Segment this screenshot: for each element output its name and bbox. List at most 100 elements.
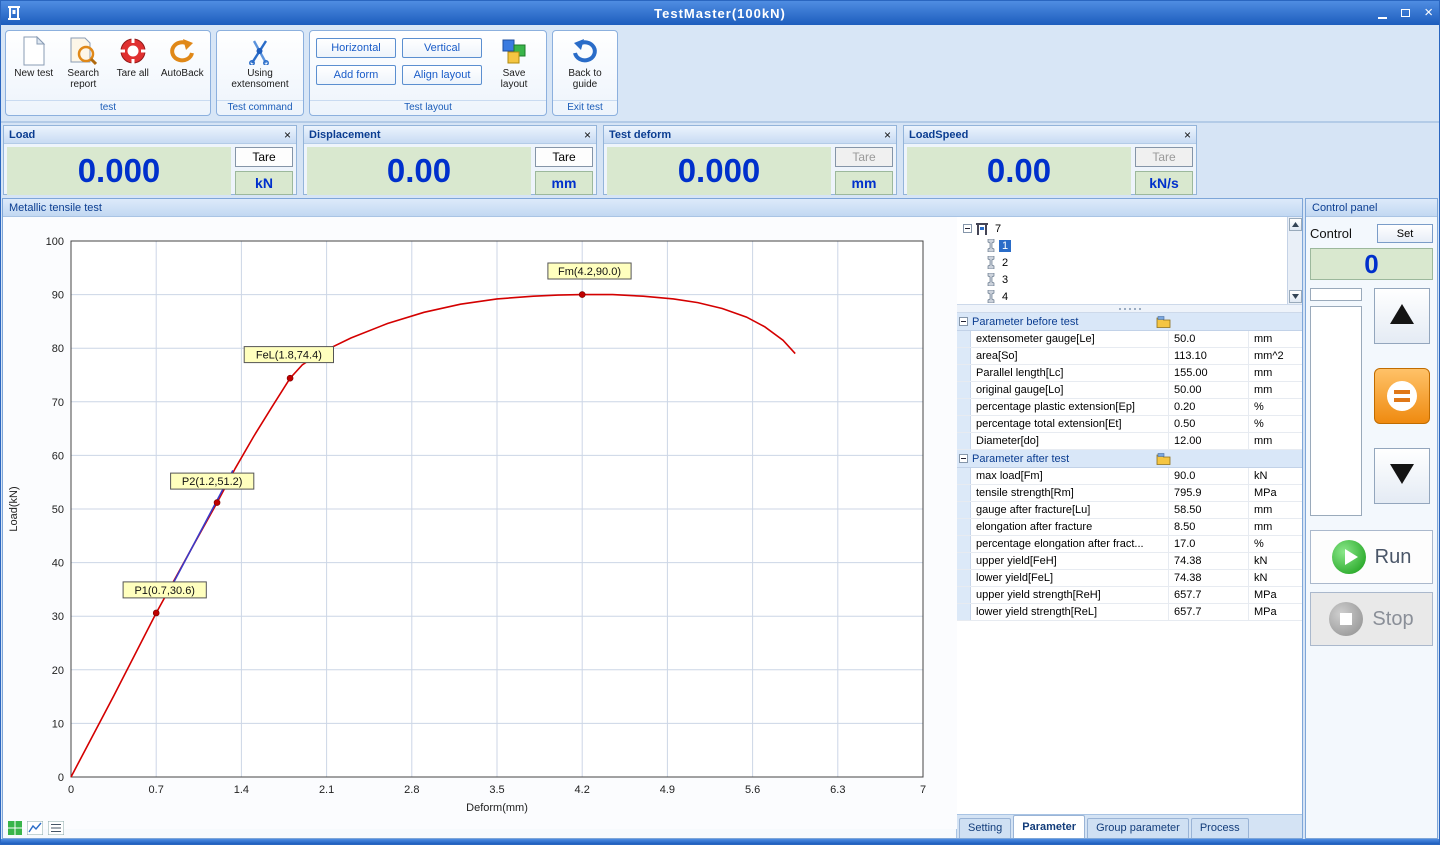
parameter-row[interactable]: upper yield[FeH]74.38kN bbox=[957, 553, 1302, 570]
load-unit-label: kN bbox=[235, 171, 293, 195]
parameter-row[interactable]: area[So]113.10mm^2 bbox=[957, 348, 1302, 365]
parameter-group-header[interactable]: Parameter after test bbox=[957, 450, 1302, 468]
folder-icon[interactable] bbox=[1150, 316, 1171, 328]
pause-button[interactable] bbox=[1374, 368, 1430, 424]
close-icon[interactable]: × bbox=[584, 128, 591, 142]
curve-view-icon[interactable] bbox=[27, 821, 43, 835]
control-slider-track[interactable] bbox=[1310, 306, 1362, 516]
parameter-row[interactable]: original gauge[Lo]50.00mm bbox=[957, 382, 1302, 399]
search-report-button[interactable]: Search report bbox=[62, 34, 106, 90]
close-icon[interactable]: × bbox=[284, 128, 291, 142]
using-extensometer-button[interactable]: Using extensoment bbox=[223, 34, 297, 90]
group-caption-test-layout: Test layout bbox=[310, 100, 546, 115]
parameter-value: 17.0 bbox=[1169, 536, 1249, 552]
autoback-button[interactable]: AutoBack bbox=[161, 34, 205, 79]
back-to-guide-label: Back to guide bbox=[559, 68, 611, 90]
parameter-row[interactable]: percentage plastic extension[Ep]0.20% bbox=[957, 399, 1302, 416]
vertical-button[interactable]: Vertical bbox=[402, 38, 482, 58]
collapse-icon[interactable] bbox=[959, 454, 968, 463]
tare-all-icon bbox=[119, 34, 147, 68]
pane-splitter[interactable] bbox=[957, 305, 1302, 313]
tree-item[interactable]: 4 bbox=[963, 288, 1302, 305]
parameter-name: Diameter[do] bbox=[971, 433, 1169, 449]
tree-scrollbar[interactable] bbox=[1287, 217, 1302, 304]
parameter-value: 657.7 bbox=[1169, 587, 1249, 603]
parameter-name: Parallel length[Lc] bbox=[971, 365, 1169, 381]
parameter-row[interactable]: percentage total extension[Et]0.50% bbox=[957, 416, 1302, 433]
test-deform-tare-button[interactable]: Tare bbox=[835, 147, 893, 167]
parameter-row[interactable]: tensile strength[Rm]795.9MPa bbox=[957, 485, 1302, 502]
parameter-unit: mm bbox=[1249, 519, 1302, 535]
row-gutter bbox=[957, 570, 971, 586]
tree-item[interactable]: 1 bbox=[963, 237, 1302, 254]
row-gutter bbox=[957, 433, 971, 449]
set-button[interactable]: Set bbox=[1377, 224, 1433, 243]
displacement-tare-button[interactable]: Tare bbox=[535, 147, 593, 167]
list-view-icon[interactable] bbox=[48, 821, 64, 835]
parameter-group-title: Parameter after test bbox=[972, 453, 1150, 465]
parameter-row[interactable]: elongation after fracture8.50mm bbox=[957, 519, 1302, 536]
tree-item[interactable]: 2 bbox=[963, 254, 1302, 271]
parameter-row[interactable]: percentage elongation after fract...17.0… bbox=[957, 536, 1302, 553]
down-arrow-icon bbox=[1388, 462, 1416, 491]
jog-down-button[interactable] bbox=[1374, 448, 1430, 504]
group-caption-exit-test: Exit test bbox=[553, 100, 617, 115]
close-button[interactable]: × bbox=[1424, 7, 1433, 19]
parameter-row[interactable]: Parallel length[Lc]155.00mm bbox=[957, 365, 1302, 382]
jog-up-button[interactable] bbox=[1374, 288, 1430, 344]
close-icon[interactable]: × bbox=[884, 128, 891, 142]
minimize-button[interactable] bbox=[1378, 7, 1387, 19]
parameter-name: percentage elongation after fract... bbox=[971, 536, 1169, 552]
collapse-icon[interactable] bbox=[959, 317, 968, 326]
folder-icon[interactable] bbox=[1150, 453, 1171, 465]
svg-text:2.1: 2.1 bbox=[319, 784, 334, 796]
run-icon bbox=[1332, 540, 1366, 574]
close-icon[interactable]: × bbox=[1184, 128, 1191, 142]
back-to-guide-button[interactable]: Back to guide bbox=[559, 34, 611, 90]
displacement-unit-label: mm bbox=[535, 171, 593, 195]
new-test-button[interactable]: New test bbox=[12, 34, 56, 79]
search-report-icon bbox=[69, 34, 97, 68]
tab-group-parameter[interactable]: Group parameter bbox=[1087, 818, 1189, 838]
control-mini-field[interactable] bbox=[1310, 288, 1362, 301]
window-title: TestMaster(100kN) bbox=[1, 6, 1439, 21]
parameter-unit: kN bbox=[1249, 553, 1302, 569]
tare-all-button[interactable]: Tare all bbox=[111, 34, 155, 79]
parameter-name: percentage plastic extension[Ep] bbox=[971, 399, 1169, 415]
parameter-row[interactable]: lower yield[FeL]74.38kN bbox=[957, 570, 1302, 587]
align-layout-button[interactable]: Align layout bbox=[402, 65, 482, 85]
parameter-row[interactable]: max load[Fm]90.0kN bbox=[957, 468, 1302, 485]
parameter-value: 74.38 bbox=[1169, 553, 1249, 569]
tab-process[interactable]: Process bbox=[1191, 818, 1249, 838]
save-layout-button[interactable]: Save layout bbox=[488, 34, 540, 90]
grid-view-icon[interactable] bbox=[8, 821, 22, 835]
parameter-unit: MPa bbox=[1249, 587, 1302, 603]
parameter-name: gauge after fracture[Lu] bbox=[971, 502, 1169, 518]
parameter-name: original gauge[Lo] bbox=[971, 382, 1169, 398]
tree-item[interactable]: 3 bbox=[963, 271, 1302, 288]
loadspeed-display-panel: LoadSpeed× 0.00 Tare kN/s bbox=[903, 125, 1197, 195]
parameter-row[interactable]: lower yield strength[ReL]657.7MPa bbox=[957, 604, 1302, 621]
scroll-down-icon[interactable] bbox=[1289, 290, 1302, 303]
scroll-up-icon[interactable] bbox=[1289, 218, 1302, 231]
parameter-row[interactable]: Diameter[do]12.00mm bbox=[957, 433, 1302, 450]
specimen-icon bbox=[987, 273, 995, 286]
parameter-group-header[interactable]: Parameter before test bbox=[957, 313, 1302, 331]
add-form-button[interactable]: Add form bbox=[316, 65, 396, 85]
parameter-row[interactable]: upper yield strength[ReH]657.7MPa bbox=[957, 587, 1302, 604]
tab-parameter[interactable]: Parameter bbox=[1013, 815, 1085, 838]
collapse-icon[interactable] bbox=[963, 224, 972, 233]
horizontal-button[interactable]: Horizontal bbox=[316, 38, 396, 58]
ribbon-toolbar: New test Search report Tare all bbox=[1, 25, 1439, 123]
tree-root-item[interactable]: 7 bbox=[963, 220, 1302, 237]
tab-setting[interactable]: Setting bbox=[959, 818, 1011, 838]
maximize-button[interactable] bbox=[1401, 7, 1410, 19]
run-button[interactable]: Run bbox=[1310, 530, 1433, 584]
parameter-row[interactable]: extensometer gauge[Le]50.0mm bbox=[957, 331, 1302, 348]
load-tare-button[interactable]: Tare bbox=[235, 147, 293, 167]
up-arrow-icon bbox=[1388, 302, 1416, 331]
loadspeed-tare-button[interactable]: Tare bbox=[1135, 147, 1193, 167]
parameter-row[interactable]: gauge after fracture[Lu]58.50mm bbox=[957, 502, 1302, 519]
stop-button[interactable]: Stop bbox=[1310, 592, 1433, 646]
title-bar: TestMaster(100kN) × bbox=[1, 1, 1439, 25]
